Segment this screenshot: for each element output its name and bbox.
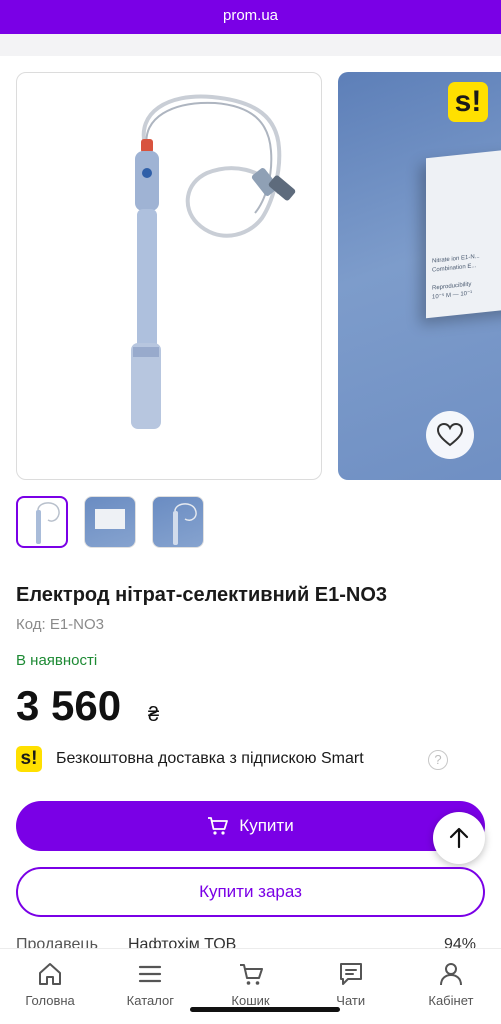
seller-label: Продавець: [16, 936, 98, 948]
heart-icon: [437, 423, 463, 447]
smart-delivery-info: s! Безкоштовна доставка з підпискою Smar…: [16, 746, 364, 772]
product-title: Електрод нітрат-селективний Е1-NO3: [16, 584, 388, 606]
tab-chats[interactable]: Чати: [301, 949, 401, 1024]
buy-button[interactable]: Купити: [16, 801, 485, 851]
tab-cart-label: Кошик: [231, 993, 270, 1008]
thumbnail-electrode-icon: [36, 502, 60, 544]
stock-status: В наявності: [16, 652, 98, 669]
buy-now-button[interactable]: Купити зараз: [16, 867, 485, 917]
seller-row[interactable]: Продавець Нафтохім ТОВ 94%: [16, 934, 485, 948]
smart-badge-icon: s!: [16, 746, 42, 772]
browser-url-bar[interactable]: prom.ua: [0, 0, 501, 34]
home-icon: [39, 963, 62, 985]
product-price: 3 560: [16, 682, 122, 729]
buy-button-label: Купити: [239, 816, 294, 835]
cart-icon: [208, 817, 229, 835]
tab-account[interactable]: Кабінет: [401, 949, 501, 1024]
menu-icon: [139, 965, 162, 983]
arrow-up-icon: [449, 827, 469, 849]
chat-icon: [339, 963, 362, 985]
user-icon: [439, 963, 462, 986]
tab-home-label: Головна: [25, 993, 75, 1008]
currency-symbol: ₴: [148, 704, 160, 726]
thumbnail-electrode-blue-icon: [173, 503, 197, 545]
url-text: prom.ua: [222, 7, 279, 24]
product-photo-second[interactable]: Nitrate ion E1-N... Combination E... Rep…: [338, 72, 501, 480]
delivery-text: Безкоштовна доставка з підпискою Smart: [56, 750, 364, 767]
bottom-tab-bar: Головна Каталог Кошик Чати Кабінет: [0, 948, 501, 1024]
seller-rating: 94%: [444, 936, 477, 948]
tab-catalog-label: Каталог: [126, 993, 174, 1008]
cart-icon: [239, 964, 263, 985]
tab-home[interactable]: Головна: [0, 949, 100, 1024]
smart-badge-icon: s!: [448, 82, 488, 122]
thumbnail-3[interactable]: [152, 496, 204, 548]
buy-now-button-label: Купити зараз: [199, 882, 302, 901]
tab-catalog[interactable]: Каталог: [100, 949, 200, 1024]
header-band: [0, 34, 501, 56]
electrode-image: [131, 94, 296, 429]
product-code: Код: Е1-NO3: [16, 616, 105, 633]
favorite-button[interactable]: [426, 411, 474, 459]
help-icon[interactable]: ?: [428, 750, 448, 770]
home-indicator: [190, 1007, 340, 1012]
tab-chats-label: Чати: [336, 993, 366, 1008]
product-photo-main[interactable]: [16, 72, 322, 480]
seller-name: Нафтохім ТОВ: [128, 936, 237, 948]
thumbnail-strip: [16, 496, 204, 548]
product-box: Nitrate ion E1-N... Combination E... Rep…: [426, 145, 501, 319]
tab-account-label: Кабінет: [428, 993, 474, 1008]
tab-cart[interactable]: Кошик: [200, 949, 300, 1024]
product-gallery[interactable]: Nitrate ion E1-N... Combination E... Rep…: [0, 72, 501, 480]
thumbnail-1[interactable]: [16, 496, 68, 548]
box-label: Nitrate ion E1-N... Combination E... Rep…: [432, 253, 480, 301]
thumbnail-box-icon: [95, 509, 125, 529]
scroll-to-top-button[interactable]: [433, 812, 485, 864]
thumbnail-2[interactable]: [84, 496, 136, 548]
